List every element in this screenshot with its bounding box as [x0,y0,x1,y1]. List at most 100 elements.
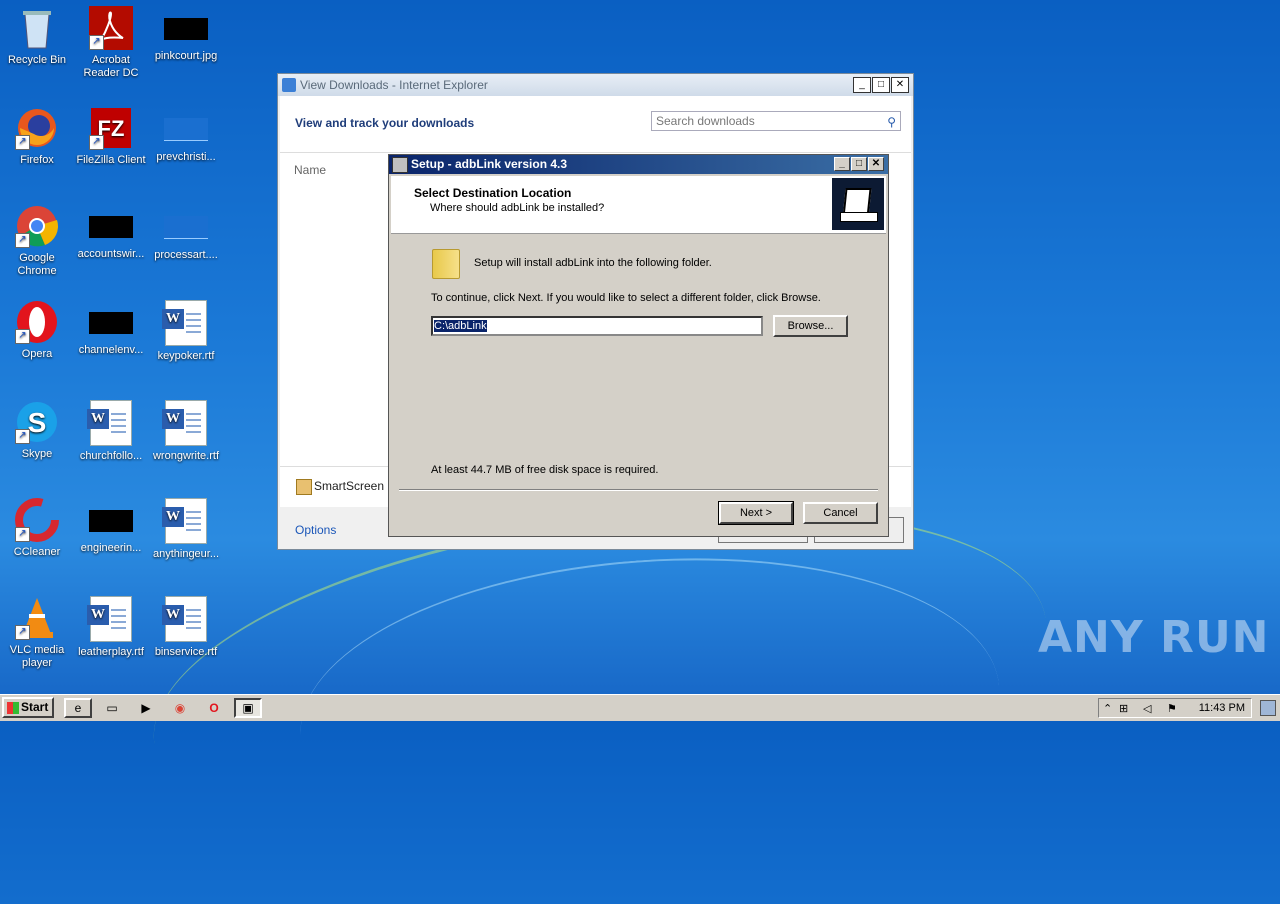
desktop-icon-ccleaner[interactable]: ↗ CCleaner [0,498,74,559]
file-thumbnail [164,118,208,141]
setup-title-bar[interactable]: Setup - adbLink version 4.3 _ □ ✕ [389,155,888,174]
tray-expand-icon[interactable]: ⌃ [1103,702,1112,715]
word-document-icon: W [162,300,207,346]
desktop-icon-label: CCleaner [13,546,61,558]
cancel-button[interactable]: Cancel [803,502,878,524]
taskbar-ie-icon[interactable]: e [64,698,92,718]
setup-title: Setup - adbLink version 4.3 [411,157,568,171]
svg-text:S: S [28,407,47,438]
desktop-icon-file[interactable]: W keypoker.rtf [149,300,223,363]
desktop-icon-label: Acrobat Reader DC [83,54,139,79]
options-link[interactable]: Options [295,523,336,537]
start-button[interactable]: Start [2,697,54,718]
desktop-icon-label: leatherplay.rtf [78,646,144,658]
word-document-icon: W [162,498,207,544]
disk-space-text: At least 44.7 MB of free disk space is r… [431,464,659,476]
acrobat-icon: ↗ [89,6,133,50]
desktop-icon-file[interactable]: W binservice.rtf [149,596,223,659]
search-placeholder: Search downloads [656,114,755,128]
close-button[interactable]: ✕ [868,157,884,171]
taskbar-clock[interactable]: 11:43 PM [1199,702,1245,714]
tray-action-center-icon[interactable]: ⚑ [1167,702,1177,715]
desktop-icon-label: VLC media player [9,644,65,669]
desktop-icon-label: Firefox [20,154,54,166]
windows-logo-icon [7,702,19,714]
desktop-icon-filezilla[interactable]: FZ ↗ FileZilla Client [74,106,148,167]
word-document-icon: W [162,596,207,642]
recycle-bin-icon [15,6,59,50]
desktop-icon-file[interactable]: W anythingeur... [149,498,223,561]
desktop-icon-label: channelenv... [78,344,144,356]
taskbar-opera-icon[interactable]: O [200,698,228,718]
search-downloads-input[interactable]: Search downloads ⚲ [651,111,901,131]
desktop-icon-label: Opera [21,348,53,360]
desktop-icon-file[interactable]: accountswir... [74,204,148,261]
file-thumbnail [164,216,208,239]
desktop-icon-label: FileZilla Client [76,154,146,166]
desktop-icon-file[interactable]: engineerin... [74,498,148,555]
desktop-icon-label: keypoker.rtf [157,350,215,362]
tray-network-icon[interactable]: ⊞ [1119,702,1128,715]
desktop-icon-acrobat[interactable]: ↗ Acrobat Reader DC [74,6,148,80]
ie-title-bar[interactable]: View Downloads - Internet Explorer _ □ ✕ [278,74,913,96]
setup-dialog[interactable]: Setup - adbLink version 4.3 _ □ ✕ Select… [388,154,889,537]
close-button[interactable]: ✕ [891,77,909,93]
taskbar-media-player-icon[interactable]: ▶ [132,698,160,718]
setup-subheading: Where should adbLink be installed? [430,202,605,214]
taskbar-chrome-icon[interactable]: ◉ [166,698,194,718]
setup-header: Select Destination Location Where should… [391,176,886,234]
desktop-icon-firefox[interactable]: ↗ Firefox [0,106,74,167]
desktop-icon-file[interactable]: W churchfollo... [74,400,148,463]
minimize-button[interactable]: _ [834,157,850,171]
word-document-icon: W [87,596,132,642]
desktop-icon-label: binservice.rtf [154,646,218,658]
desktop-icon-file[interactable]: prevchristi... [149,106,223,164]
desktop-icon-recycle-bin[interactable]: Recycle Bin [0,6,74,67]
desktop-icon-file[interactable]: W leatherplay.rtf [74,596,148,659]
desktop-icon-file[interactable]: channelenv... [74,300,148,357]
maximize-button[interactable]: □ [872,77,890,93]
desktop-icon-label: processart.... [154,249,218,261]
show-desktop-button[interactable] [1260,700,1276,716]
desktop-icon-label: Recycle Bin [7,54,67,66]
desktop-icon-label: prevchristi... [156,151,216,163]
taskbar-setup-icon[interactable]: ▣ [234,698,262,718]
desktop-icon-vlc[interactable]: ↗ VLC media player [0,596,74,670]
opera-icon: ↗ [15,300,59,344]
desktop-icon-opera[interactable]: ↗ Opera [0,300,74,361]
tray-volume-icon[interactable]: ◁ [1143,702,1151,715]
continue-info-text: To continue, click Next. If you would li… [431,292,821,304]
name-column-header[interactable]: Name [294,163,326,177]
next-button[interactable]: Next > [718,501,794,525]
browse-button[interactable]: Browse... [773,315,848,337]
ccleaner-icon: ↗ [15,498,59,542]
desktop-icon-file[interactable]: processart.... [149,204,223,262]
setup-heading: Select Destination Location [414,186,572,200]
desktop-icon-google-chrome[interactable]: ↗ Google Chrome [0,204,74,278]
smartscreen-label: SmartScreen [314,479,385,493]
chrome-icon: ↗ [15,204,59,248]
file-thumbnail [89,510,133,532]
shield-icon [296,479,312,495]
desktop-icon-label: engineerin... [80,542,142,554]
vlc-icon: ↗ [15,596,59,640]
desktop-icon-label: churchfollo... [79,450,143,462]
search-icon[interactable]: ⚲ [887,113,896,131]
desktop-icon-label: pinkcourt.jpg [154,50,218,62]
desktop-icon-label: accountswir... [77,248,145,260]
destination-path-value: C:\adbLink [434,320,487,332]
destination-path-input[interactable]: C:\adbLink [431,316,763,336]
setup-app-icon [392,157,408,173]
word-document-icon: W [87,400,132,446]
desktop-icon-file[interactable]: pinkcourt.jpg [149,6,223,63]
system-tray: ⌃ ⊞ ◁ ⚑ 11:43 PM [1098,698,1252,718]
maximize-button[interactable]: □ [851,157,867,171]
taskbar-explorer-icon[interactable]: ▭ [98,698,126,718]
folder-icon [432,249,460,279]
install-info-text: Setup will install adbLink into the foll… [474,257,712,269]
start-label: Start [21,700,49,714]
minimize-button[interactable]: _ [853,77,871,93]
desktop-icon-label: anythingeur... [152,548,220,560]
desktop-icon-skype[interactable]: S ↗ Skype [0,400,74,461]
desktop-icon-file[interactable]: W wrongwrite.rtf [149,400,223,463]
